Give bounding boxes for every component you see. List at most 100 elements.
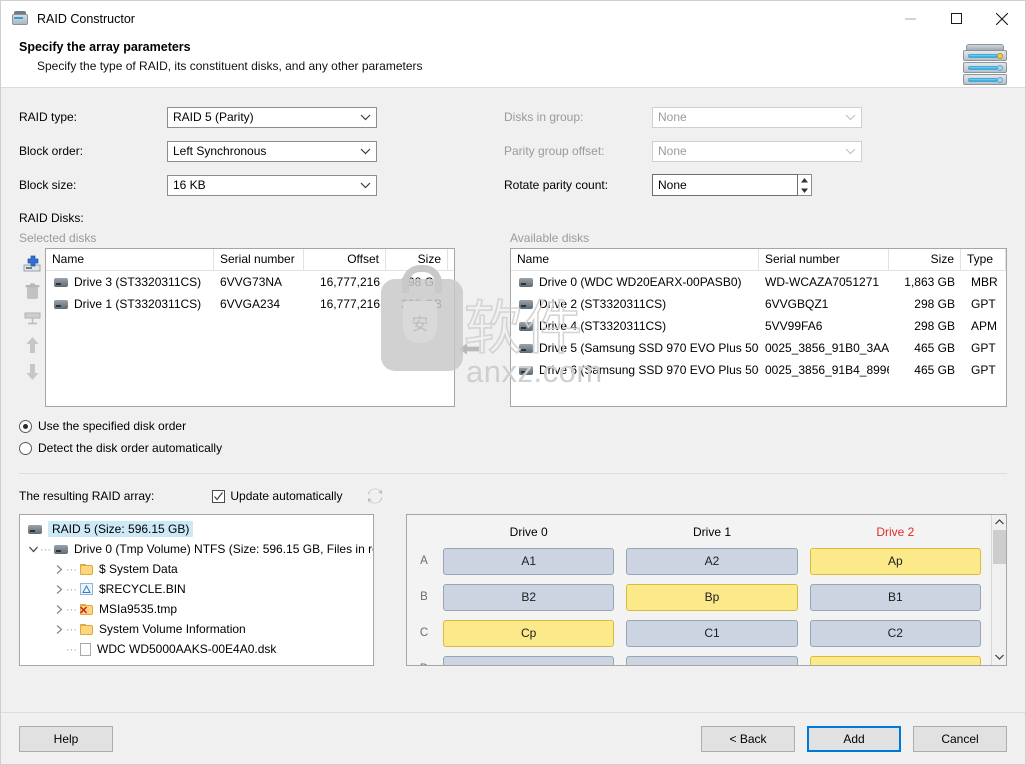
raid-type-select[interactable]: RAID 5 (Parity) (167, 106, 377, 128)
move-down-icon (22, 361, 42, 383)
tree-item-label: Drive 0 (Tmp Volume) NTFS (Size: 596.15 … (74, 542, 374, 556)
back-button[interactable]: < Back (701, 725, 795, 752)
column-header-offset[interactable]: Offset (304, 249, 386, 270)
page-title: Specify the array parameters (19, 40, 191, 54)
block-size-select[interactable]: 16 KB (167, 174, 377, 196)
scrollbar-thumb[interactable] (992, 530, 1006, 564)
disk-name: Drive 5 (Samsung SSD 970 EVO Plus 500GB) (539, 341, 759, 355)
field-rotate-parity-count: Rotate parity count: None (504, 168, 862, 202)
cancel-button[interactable]: Cancel (913, 725, 1007, 752)
selected-disks-table[interactable]: Name Serial number Offset Size Drive 3 (… (45, 248, 456, 407)
maximize-button[interactable] (933, 1, 979, 36)
table-row[interactable]: Drive 6 (Samsung SSD 970 EVO Plus 500GB)… (511, 359, 1006, 381)
stripe-row-label: D (411, 663, 437, 665)
radio-detect-order-automatically[interactable]: Detect the disk order automatically (19, 437, 1007, 459)
help-button[interactable]: Help (19, 725, 113, 752)
insert-placeholder-icon (22, 307, 42, 329)
tree-item-system-volume-information[interactable]: ⋯ System Volume Information (22, 619, 371, 639)
add-disk-icon[interactable] (22, 253, 42, 275)
result-panes: RAID 5 (Size: 596.15 GB) ⋯ Drive 0 (Tmp … (19, 514, 1007, 666)
tree-item-msia-tmp[interactable]: ⋯ ✕ MSIa9535.tmp (22, 599, 371, 619)
tree-item-label: RAID 5 (Size: 596.15 GB) (48, 521, 194, 537)
disk-serial: WD-WCAZA7051271 (765, 275, 880, 289)
stripe-block-parity[interactable] (809, 655, 981, 665)
stripe-block[interactable]: B2 (443, 583, 615, 611)
move-to-selected-button[interactable] (455, 231, 482, 407)
stripe-block[interactable]: B1 (809, 583, 981, 611)
radio-indicator (19, 419, 32, 433)
arrow-left-icon (458, 343, 479, 355)
table-row[interactable]: Drive 4 (ST3320311CS) 5VV99FA6 298 GB AP… (511, 315, 1006, 337)
available-disks-caption: Available disks (510, 231, 590, 245)
stripe-block[interactable]: C1 (626, 619, 798, 647)
stripe-block[interactable] (626, 655, 798, 665)
available-disks-table[interactable]: Name Serial number Size Type Drive 0 (WD… (510, 248, 1007, 407)
rotate-parity-count-label: Rotate parity count: (504, 178, 609, 192)
chevron-down-icon (356, 148, 374, 155)
raid-type-label: RAID type: (19, 110, 78, 124)
column-header-size[interactable]: Size (386, 249, 448, 270)
tree-connector: ⋯ (66, 603, 77, 616)
chevron-right-icon[interactable] (52, 564, 66, 574)
rotate-parity-count-input[interactable]: None (652, 174, 798, 196)
block-order-select[interactable]: Left Synchronous (167, 140, 377, 162)
disk-type: GPT (971, 363, 996, 377)
stripe-map-scrollbar[interactable] (991, 515, 1006, 665)
column-header-size[interactable]: Size (889, 249, 961, 270)
refresh-icon[interactable] (366, 488, 384, 504)
tree-item-dsk-file[interactable]: ⋯ WDC WD5000AAKS-00E4A0.dsk (22, 639, 371, 659)
raid-type-value: RAID 5 (Parity) (173, 110, 254, 124)
tree-connector: ⋯ (66, 563, 77, 576)
chevron-down-icon[interactable] (994, 652, 1004, 663)
stripe-block-parity[interactable]: Ap (809, 547, 981, 575)
raid-array-tree[interactable]: RAID 5 (Size: 596.15 GB) ⋯ Drive 0 (Tmp … (19, 514, 374, 666)
raid-disks-label: RAID Disks: (19, 211, 84, 225)
table-row[interactable]: Drive 0 (WDC WD20EARX-00PASB0) WD-WCAZA7… (511, 271, 1006, 293)
column-header-serial[interactable]: Serial number (214, 249, 304, 270)
rotate-parity-count-stepper[interactable]: None (652, 174, 812, 196)
stripe-block-parity[interactable]: Bp (626, 583, 798, 611)
tree-item-raid5[interactable]: RAID 5 (Size: 596.15 GB) (22, 519, 371, 539)
chevron-right-icon[interactable] (52, 584, 66, 594)
window-title: RAID Constructor (37, 11, 135, 26)
disk-size: 298 GB (914, 297, 955, 311)
tree-item-system-data[interactable]: ⋯ $ System Data (22, 559, 371, 579)
stripe-block[interactable]: C2 (809, 619, 981, 647)
table-row[interactable]: Drive 5 (Samsung SSD 970 EVO Plus 500GB)… (511, 337, 1006, 359)
field-disks-in-group: Disks in group: None (504, 100, 862, 134)
minimize-button[interactable] (887, 1, 933, 36)
chevron-right-icon[interactable] (52, 604, 66, 614)
hard-disk-icon (54, 544, 68, 554)
stripe-block[interactable]: A2 (626, 547, 798, 575)
hard-disk-icon (54, 299, 68, 309)
table-row[interactable]: Drive 1 (ST3320311CS) 6VVGA234 16,777,21… (46, 293, 454, 315)
close-button[interactable] (979, 1, 1025, 36)
column-header-serial[interactable]: Serial number (759, 249, 889, 270)
table-row[interactable]: Drive 2 (ST3320311CS) 6VVGBQZ1 298 GB GP… (511, 293, 1006, 315)
chevron-down-icon[interactable] (26, 546, 40, 553)
tree-item-drive0-volume[interactable]: ⋯ Drive 0 (Tmp Volume) NTFS (Size: 596.1… (22, 539, 374, 559)
stepper-up-icon[interactable] (798, 175, 811, 185)
radio-use-specified-order[interactable]: Use the specified disk order (19, 415, 1007, 437)
column-header-name[interactable]: Name (511, 249, 759, 270)
stripe-block[interactable]: A1 (443, 547, 615, 575)
add-button[interactable]: Add (807, 725, 901, 752)
chevron-right-icon[interactable] (52, 624, 66, 634)
stepper-down-icon[interactable] (798, 185, 811, 195)
divider (19, 473, 1007, 474)
table-row[interactable]: Drive 3 (ST3320311CS) 6VVG73NA 16,777,21… (46, 271, 454, 293)
disks-in-group-label: Disks in group: (504, 110, 584, 124)
update-automatically-checkbox[interactable]: Update automatically (212, 489, 342, 503)
chevron-up-icon[interactable] (994, 517, 1004, 528)
tree-connector: ⋯ (66, 583, 77, 596)
column-header-name[interactable]: Name (46, 249, 214, 270)
hard-disk-icon (519, 343, 533, 353)
stripe-row-d: D (411, 651, 987, 665)
column-header-type[interactable]: Type (961, 249, 1006, 270)
tree-item-label: System Volume Information (99, 622, 246, 636)
disk-name: Drive 6 (Samsung SSD 970 EVO Plus 500GB) (539, 363, 759, 377)
stripe-block-parity[interactable]: Cp (443, 619, 615, 647)
tree-item-recycle-bin[interactable]: ⋯ $RECYCLE.BIN (22, 579, 371, 599)
field-block-size: Block size: 16 KB (19, 168, 489, 202)
stripe-block[interactable] (443, 655, 615, 665)
